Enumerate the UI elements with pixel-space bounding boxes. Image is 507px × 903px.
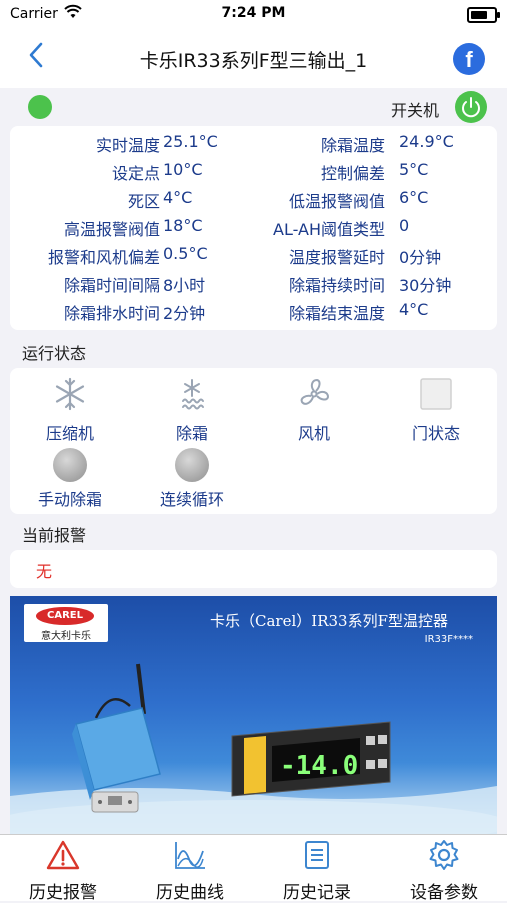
param-row: 实时温度 25.1°C 除霜温度 24.9°C — [10, 132, 497, 160]
param-row: 除霜时间间隔 8小时 除霜持续时间 30分钟 — [10, 272, 497, 300]
power-bar: 开关机 — [0, 88, 507, 126]
param-value: 30分钟 — [399, 276, 452, 295]
param-label: 除霜温度 — [320, 136, 385, 155]
nav-bar: 卡乐IR33系列F型三输出_1 f — [0, 28, 507, 89]
state-label: 压缩机 — [45, 424, 94, 443]
facebook-share-icon[interactable]: f — [453, 43, 485, 75]
param-value: 10°C — [163, 160, 203, 179]
param-value: 25.1°C — [163, 132, 218, 151]
param-label: 除霜结束温度 — [288, 304, 385, 323]
clock: 7:24 PM — [221, 5, 286, 21]
tab-history-records[interactable]: 历史记录 — [254, 839, 380, 903]
tab-label: 设备参数 — [410, 883, 478, 903]
tab-label: 历史记录 — [283, 883, 351, 903]
param-label: 死区 — [127, 192, 160, 211]
door-icon — [420, 378, 452, 410]
state-label: 手动除霜 — [37, 490, 102, 509]
status-bar: Carrier 7:24 PM — [0, 0, 507, 28]
param-label: 除霜时间间隔 — [63, 276, 160, 295]
param-label: 实时温度 — [95, 136, 160, 155]
param-label: 低温报警阀值 — [288, 192, 385, 211]
state-door: 门状态 — [381, 376, 491, 444]
power-button[interactable] — [455, 91, 487, 123]
state-label: 风机 — [297, 424, 330, 443]
state-label: 连续循环 — [159, 490, 224, 509]
param-label: 控制偏差 — [320, 164, 385, 183]
tab-alarm-history[interactable]: 历史报警 — [0, 839, 126, 903]
page-title: 卡乐IR33系列F型三输出_1 — [139, 50, 368, 72]
tab-device-params[interactable]: 设备参数 — [381, 839, 507, 903]
param-value: 5°C — [399, 160, 429, 179]
state-continuous-cycle: 连续循环 — [137, 448, 247, 510]
param-label: 设定点 — [111, 164, 160, 183]
param-label: 除霜排水时间 — [63, 304, 160, 323]
tab-history-curve[interactable]: 历史曲线 — [127, 839, 253, 903]
state-defrost: 除霜 — [137, 376, 247, 444]
param-value: 4°C — [399, 300, 429, 319]
param-label: 报警和风机偏差 — [47, 248, 160, 267]
param-label: 高温报警阀值 — [63, 220, 160, 239]
param-label: AL-AH阈值类型 — [273, 220, 385, 239]
indicator-ball — [175, 448, 209, 482]
product-banner: CAREL 意大利卡乐 卡乐（Carel）IR33系列F型温控器 IR33F**… — [10, 596, 497, 834]
param-row: 设定点 10°C 控制偏差 5°C — [10, 160, 497, 188]
display-reading: -14.0 — [280, 751, 358, 781]
run-state-card: 压缩机 除霜 风机 门状态 手动除霜 连续循环 — [10, 368, 497, 514]
alarm-value: 无 — [36, 562, 53, 581]
online-status-indicator — [28, 95, 52, 119]
tab-label: 历史报警 — [29, 883, 97, 903]
param-value: 6°C — [399, 188, 429, 207]
param-value: 0 — [399, 216, 410, 235]
bottom-tab-bar: 历史报警 历史曲线 历史记录 设备参数 — [0, 834, 507, 903]
param-row: 除霜排水时间 2分钟 除霜结束温度 4°C — [10, 300, 497, 328]
param-value: 24.9°C — [399, 132, 454, 151]
power-icon — [462, 97, 480, 118]
parameters-card: 实时温度 25.1°C 除霜温度 24.9°C 设定点 10°C 控制偏差 5°… — [10, 126, 497, 330]
state-manual-defrost: 手动除霜 — [15, 448, 125, 510]
battery-icon — [467, 7, 500, 23]
chart-icon — [175, 842, 205, 869]
param-value: 0.5°C — [163, 244, 208, 263]
power-label: 开关机 — [390, 101, 439, 120]
snowflake-icon — [55, 377, 85, 411]
param-value: 8小时 — [163, 276, 206, 295]
state-label: 除霜 — [175, 424, 208, 443]
state-fan: 风机 — [259, 376, 369, 444]
alarms-card: 无 — [10, 550, 497, 588]
param-label: 除霜持续时间 — [288, 276, 385, 295]
alarms-heading: 当前报警 — [22, 526, 87, 545]
fan-icon — [300, 379, 329, 405]
param-row: 报警和风机偏差 0.5°C 温度报警延时 0分钟 — [10, 244, 497, 272]
param-label: 温度报警延时 — [288, 248, 385, 267]
state-compressor: 压缩机 — [15, 376, 125, 444]
param-value: 2分钟 — [163, 304, 206, 323]
param-value: 18°C — [163, 216, 203, 235]
defrost-icon — [182, 379, 204, 410]
param-value: 0分钟 — [399, 248, 442, 267]
tab-label: 历史曲线 — [156, 883, 224, 903]
product-illustration: -14.0 — [10, 663, 497, 834]
param-row: 死区 4°C 低温报警阀值 6°C — [10, 188, 497, 216]
state-label: 门状态 — [411, 424, 460, 443]
run-state-heading: 运行状态 — [22, 344, 87, 363]
thermostat-icon: -14.0 — [231, 721, 391, 797]
indicator-ball — [53, 448, 87, 482]
param-value: 4°C — [163, 188, 193, 207]
warning-icon — [46, 840, 80, 870]
param-row: 高温报警阀值 18°C AL-AH阈值类型 0 — [10, 216, 497, 244]
list-icon — [305, 841, 329, 869]
gear-icon — [429, 840, 459, 870]
